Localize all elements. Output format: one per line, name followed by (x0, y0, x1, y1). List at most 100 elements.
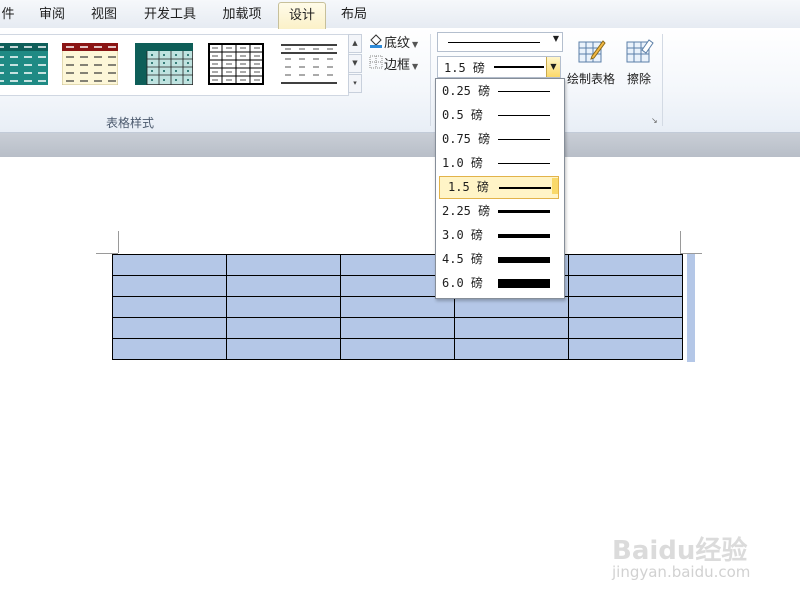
table-row (112, 254, 683, 276)
dialog-launcher-icon[interactable]: ↘ (651, 116, 658, 125)
pen-weight-option[interactable]: 6.0 磅 (439, 273, 557, 293)
draw-table-button[interactable]: 绘制表格 (562, 36, 620, 87)
table-cell[interactable] (340, 317, 455, 339)
table-cell[interactable] (568, 317, 683, 339)
pen-weight-option[interactable]: 0.25 磅 (439, 81, 557, 101)
table-cell[interactable] (454, 317, 569, 339)
group-divider (662, 34, 663, 126)
line-sample (498, 234, 550, 238)
table-cell[interactable] (226, 338, 341, 360)
document-table[interactable] (112, 254, 683, 360)
pencil-table-icon (578, 40, 606, 63)
shading-button[interactable]: 底纹 ▼ (368, 32, 418, 52)
watermark-url: jingyan.baidu.com (612, 563, 751, 581)
table-cell[interactable] (226, 296, 341, 318)
option-label: 4.5 磅 (442, 252, 483, 266)
table-cell[interactable] (454, 338, 569, 360)
selection-indicator (552, 178, 558, 194)
pen-weight-option[interactable]: 2.25 磅 (439, 201, 557, 221)
line-sample (499, 187, 551, 189)
option-label: 0.5 磅 (442, 108, 483, 122)
option-label: 1.0 磅 (442, 156, 483, 170)
table-row (112, 317, 683, 339)
chevron-down-icon: ▼ (552, 34, 559, 43)
table-cell[interactable] (568, 254, 683, 276)
selection-end-marker (687, 254, 695, 362)
table-cell[interactable] (226, 275, 341, 297)
tab-addins[interactable]: 加载项 (214, 0, 270, 28)
tab-developer[interactable]: 开发工具 (136, 0, 204, 28)
table-cell[interactable] (340, 338, 455, 360)
draw-table-label: 绘制表格 (566, 72, 615, 86)
borders-label: 边框 (384, 58, 411, 73)
pen-weight-option[interactable]: 0.75 磅 (439, 129, 557, 149)
line-sample (498, 139, 550, 140)
option-label: 1.5 磅 (448, 180, 489, 194)
watermark-logo: Baidu经验 (612, 536, 748, 566)
tab-file[interactable]: 件 (0, 0, 20, 28)
table-cell[interactable] (112, 275, 227, 297)
tab-review[interactable]: 审阅 (30, 0, 74, 28)
table-cell[interactable] (112, 317, 227, 339)
table-cell[interactable] (226, 317, 341, 339)
pen-style-select[interactable]: ▼ (437, 32, 563, 52)
line-sample (498, 210, 550, 213)
line-weight-preview (494, 66, 544, 68)
tab-design[interactable]: 设计 (278, 2, 326, 29)
table-cell[interactable] (568, 296, 683, 318)
pen-weight-option[interactable]: 1.0 磅 (439, 153, 557, 173)
table-style-black-grid[interactable] (208, 43, 264, 85)
tab-layout[interactable]: 布局 (332, 0, 376, 28)
gallery-more-button[interactable]: ▾ (348, 74, 362, 93)
gallery-scroll-down[interactable]: ▼ (348, 54, 362, 73)
page-margin-mark (118, 231, 119, 253)
pen-weight-select[interactable]: 1.5 磅 ▼ (437, 56, 561, 78)
ribbon-panel: ▲ ▼ ▾ 表格样式 底纹 ▼ 边框 ▼ ▼ 1.5 磅 ▼ 绘制表格 擦除 ↘ (0, 28, 800, 133)
table-cell[interactable] (340, 296, 455, 318)
table-style-teal-grid[interactable] (134, 42, 194, 86)
eraser-label: 擦除 (626, 72, 651, 86)
shading-label: 底纹 (384, 36, 411, 51)
gallery-scroll-up[interactable]: ▲ (348, 34, 362, 53)
option-label: 6.0 磅 (442, 276, 483, 290)
chevron-down-icon[interactable]: ▼ (546, 57, 560, 77)
paint-bucket-icon (368, 32, 384, 55)
table-cell[interactable] (112, 254, 227, 276)
borders-button[interactable]: 边框 ▼ (368, 54, 418, 74)
tab-view[interactable]: 视图 (82, 0, 126, 28)
table-cell[interactable] (568, 275, 683, 297)
group-divider (430, 34, 431, 126)
chevron-down-icon: ▼ (412, 40, 419, 49)
eraser-icon (626, 39, 654, 63)
table-cell[interactable] (568, 338, 683, 360)
table-cell[interactable] (112, 338, 227, 360)
option-label: 0.25 磅 (442, 84, 491, 98)
ribbon-tab-bar: 件 审阅 视图 开发工具 加载项 设计 布局 (0, 0, 800, 29)
table-style-teal[interactable] (0, 43, 48, 85)
table-row (112, 296, 683, 318)
table-cell[interactable] (112, 296, 227, 318)
chevron-down-icon: ▼ (412, 62, 419, 71)
table-style-red-cream[interactable] (61, 42, 119, 86)
table-cell[interactable] (226, 254, 341, 276)
eraser-button[interactable]: 擦除 (620, 36, 658, 87)
pen-weight-dropdown: 0.25 磅 0.5 磅 0.75 磅 1.0 磅 1.5 磅 2.25 磅 3… (435, 78, 565, 299)
table-styles-group-label: 表格样式 (106, 116, 155, 130)
table-row (112, 338, 683, 360)
option-label: 0.75 磅 (442, 132, 491, 146)
table-cell[interactable] (454, 296, 569, 318)
table-style-lines[interactable] (281, 43, 337, 85)
page-margin-mark (680, 231, 681, 253)
pen-weight-option[interactable]: 4.5 磅 (439, 249, 557, 269)
pen-weight-option[interactable]: 0.5 磅 (439, 105, 557, 125)
line-style-preview (448, 42, 540, 43)
line-sample (498, 163, 550, 164)
line-sample (498, 91, 550, 92)
line-sample (498, 279, 550, 288)
pen-weight-option[interactable]: 3.0 磅 (439, 225, 557, 245)
option-label: 2.25 磅 (442, 204, 491, 218)
line-sample (498, 257, 550, 263)
borders-icon (368, 54, 384, 77)
pen-weight-value: 1.5 磅 (444, 61, 485, 75)
pen-weight-option-selected[interactable]: 1.5 磅 (439, 176, 559, 199)
